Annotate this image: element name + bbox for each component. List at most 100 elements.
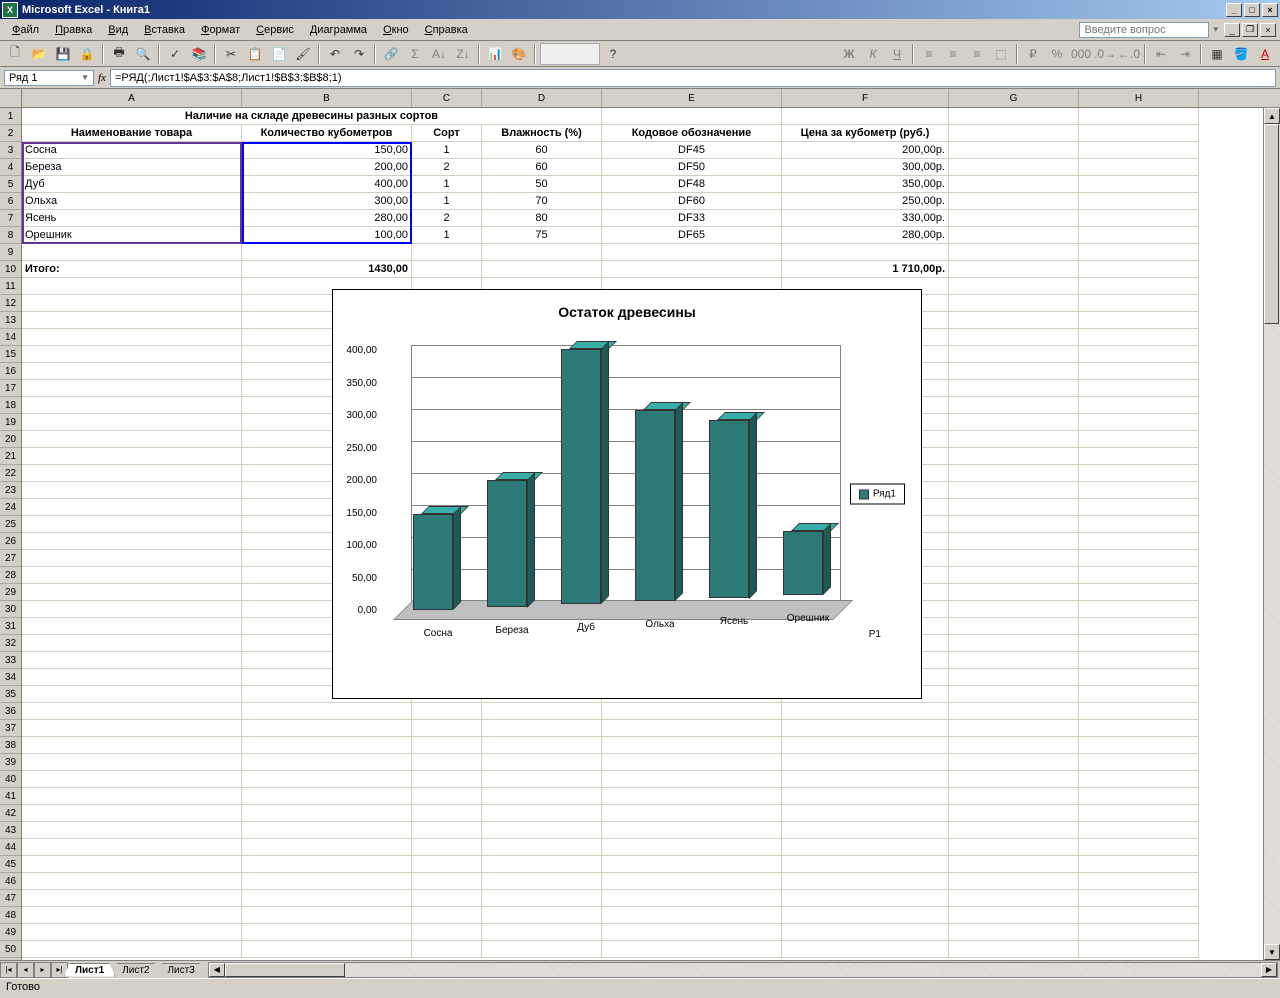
row-header[interactable]: 41 (0, 788, 21, 805)
cell[interactable] (22, 839, 242, 856)
row-header[interactable]: 19 (0, 414, 21, 431)
cell[interactable] (1079, 108, 1199, 125)
row-header[interactable]: 24 (0, 499, 21, 516)
cell[interactable] (1079, 856, 1199, 873)
doc-close-button[interactable]: × (1260, 23, 1276, 37)
sort-desc-icon[interactable]: Z↓ (452, 43, 474, 65)
open-icon[interactable]: 📂 (28, 43, 50, 65)
sheet-tab[interactable]: Лист1 (64, 963, 115, 977)
cell[interactable] (242, 941, 412, 958)
row-header[interactable]: 38 (0, 737, 21, 754)
cell[interactable] (482, 261, 602, 278)
currency-icon[interactable]: ₽ (1022, 43, 1044, 65)
cell[interactable] (1079, 329, 1199, 346)
cell[interactable] (949, 108, 1079, 125)
cell[interactable] (1079, 737, 1199, 754)
cell[interactable] (1079, 278, 1199, 295)
decrease-indent-icon[interactable]: ⇤ (1150, 43, 1172, 65)
cell[interactable] (22, 941, 242, 958)
cell[interactable] (412, 261, 482, 278)
cell[interactable] (1079, 533, 1199, 550)
cell[interactable] (1079, 244, 1199, 261)
cell[interactable] (949, 465, 1079, 482)
autosum-icon[interactable]: Σ (404, 43, 426, 65)
cell[interactable] (949, 907, 1079, 924)
cell[interactable] (1079, 193, 1199, 210)
cell[interactable] (782, 788, 949, 805)
cell[interactable] (412, 856, 482, 873)
col-header[interactable]: A (22, 89, 242, 107)
cell[interactable] (949, 873, 1079, 890)
cell[interactable]: 1 (412, 193, 482, 210)
cell[interactable] (949, 652, 1079, 669)
cell[interactable] (482, 788, 602, 805)
cell[interactable] (482, 771, 602, 788)
cell[interactable] (782, 822, 949, 839)
row-header[interactable]: 9 (0, 244, 21, 261)
cell[interactable]: DF45 (602, 142, 782, 159)
row-header[interactable]: 14 (0, 329, 21, 346)
cell[interactable] (482, 822, 602, 839)
chart-bar[interactable]: Береза (487, 480, 527, 608)
cell[interactable] (949, 805, 1079, 822)
cell[interactable] (949, 448, 1079, 465)
select-all-corner[interactable] (0, 89, 21, 108)
cell[interactable]: 300,00р. (782, 159, 949, 176)
cell[interactable] (1079, 686, 1199, 703)
cell[interactable] (1079, 924, 1199, 941)
cell[interactable] (242, 907, 412, 924)
cell[interactable] (949, 210, 1079, 227)
row-header[interactable]: 22 (0, 465, 21, 482)
cell[interactable] (22, 567, 242, 584)
cell[interactable] (602, 941, 782, 958)
cell[interactable] (602, 822, 782, 839)
cell[interactable] (782, 771, 949, 788)
cell[interactable] (949, 261, 1079, 278)
cell[interactable]: 1 (412, 176, 482, 193)
cell[interactable] (602, 788, 782, 805)
cell[interactable] (782, 839, 949, 856)
cell[interactable] (949, 482, 1079, 499)
chart-bar[interactable]: Орешник (783, 531, 823, 595)
decrease-decimal-icon[interactable]: ←.0 (1118, 43, 1140, 65)
cell[interactable]: 150,00 (242, 142, 412, 159)
cell[interactable] (1079, 397, 1199, 414)
italic-icon[interactable]: К (862, 43, 884, 65)
cell[interactable] (1079, 210, 1199, 227)
cell[interactable]: 280,00р. (782, 227, 949, 244)
col-header[interactable]: F (782, 89, 949, 107)
cell[interactable]: 1430,00 (242, 261, 412, 278)
cell[interactable] (1079, 805, 1199, 822)
cell[interactable] (949, 567, 1079, 584)
format-painter-icon[interactable]: 🖌 (292, 43, 314, 65)
cell[interactable] (1079, 125, 1199, 142)
cell[interactable] (1079, 618, 1199, 635)
cell[interactable] (412, 720, 482, 737)
cell[interactable] (949, 295, 1079, 312)
cell[interactable] (782, 703, 949, 720)
percent-icon[interactable]: % (1046, 43, 1068, 65)
cell[interactable] (949, 227, 1079, 244)
col-header[interactable]: H (1079, 89, 1199, 107)
row-header[interactable]: 34 (0, 669, 21, 686)
row-header[interactable]: 27 (0, 550, 21, 567)
cell[interactable] (242, 244, 412, 261)
cell[interactable] (22, 482, 242, 499)
chart-bar[interactable]: Дуб (561, 349, 601, 604)
cell[interactable]: 400,00 (242, 176, 412, 193)
cell[interactable] (22, 397, 242, 414)
col-header[interactable]: E (602, 89, 782, 107)
cell[interactable] (949, 142, 1079, 159)
cell[interactable] (22, 380, 242, 397)
cell[interactable] (1079, 176, 1199, 193)
row-header[interactable]: 2 (0, 125, 21, 142)
cell[interactable] (242, 924, 412, 941)
cell[interactable]: Орешник (22, 227, 242, 244)
cell[interactable]: DF48 (602, 176, 782, 193)
cell[interactable] (22, 601, 242, 618)
cell[interactable]: Итого: (22, 261, 242, 278)
cell[interactable]: 2 (412, 159, 482, 176)
cell[interactable] (602, 108, 782, 125)
row-header[interactable]: 31 (0, 618, 21, 635)
col-header[interactable]: C (412, 89, 482, 107)
